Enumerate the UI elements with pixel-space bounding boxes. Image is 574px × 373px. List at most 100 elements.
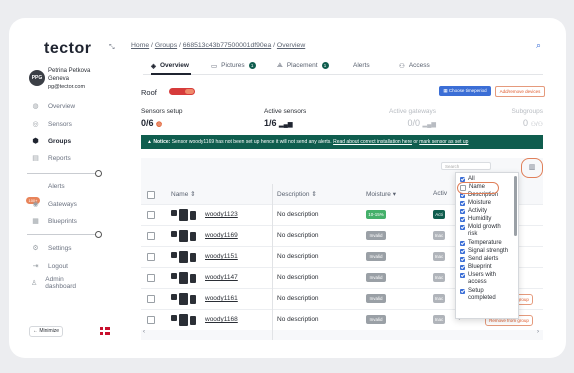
signal-icon: ▂▄▆ [279,122,293,128]
sidebar-item-admin-dashboard[interactable]: ♙ Admin dashboard [31,276,79,290]
search-icon[interactable]: ⌕ [536,40,541,51]
column-menu-scrollbar[interactable] [514,176,517,236]
danish-flag-icon[interactable] [100,327,110,335]
sidebar-item-settings[interactable]: ⚙ Settings [31,243,72,253]
sidebar-item-label: Sensors [48,120,72,128]
moisture-badge: Invalid [366,315,386,324]
stat-label: Subgroups [511,108,543,115]
collapse-sidebar-icon[interactable]: ⤡ [109,44,115,52]
sidebar-item-gateways[interactable]: ◉ Gateways [31,199,76,209]
tector-logo[interactable]: tector [44,40,91,58]
sidebar-divider [27,234,97,235]
tab-access[interactable]: ⚇ Access [399,58,430,73]
breadcrumb: Home / Groups / 668513c43b77500001df90ea… [131,42,306,49]
sensor-name-link[interactable]: woody1123 [205,211,238,218]
stat-value: 1/6 ▂▄▆ [264,118,306,128]
checkbox-checked[interactable] [460,209,465,214]
sensor-name-link[interactable]: woody1169 [205,232,238,239]
admin-icon: ♙ [31,280,38,287]
sidebar-divider-handle[interactable] [95,231,102,238]
sidebar-item-logout[interactable]: ⇥ Logout [31,261,68,271]
activity-badge: Inac [433,252,445,261]
header-activity[interactable]: Activ [433,190,447,197]
breadcrumb-group-id[interactable]: 668513c43b77500001df90ea [183,42,271,49]
breadcrumb-groups[interactable]: Groups [155,42,177,49]
column-option-setup-completed[interactable]: Setup completed [460,288,510,302]
logo-text: tector [44,40,92,57]
row-checkbox[interactable] [147,316,155,324]
stat-sensors-setup: Sensors setup 0/6 ◍ [141,108,183,128]
sidebar-item-alerts[interactable]: Alerts [31,181,65,191]
scroll-left-icon[interactable]: ‹ [143,329,145,335]
column-option-signal-strength[interactable]: Signal strength [460,248,508,255]
column-option-users-with-access[interactable]: Users with access [460,272,510,286]
sensor-device-icon [171,209,197,221]
header-name[interactable]: Name ⇕ [171,190,196,198]
row-checkbox[interactable] [147,232,155,240]
sidebar-item-overview[interactable]: ◍ Overview [31,101,75,111]
minimize-button[interactable]: ← Minimize [29,326,63,337]
user-email: pg@tector.com [48,84,86,90]
tab-alerts[interactable]: Alerts [349,58,370,73]
checkbox-checked[interactable] [460,217,465,222]
tab-overview[interactable]: ◈ Overview [151,58,191,75]
column-option-blueprint[interactable]: Blueprint [460,264,492,271]
breadcrumb-current[interactable]: Overview [277,42,305,49]
tab-label: Overview [160,62,189,69]
stat-subgroups: Subgroups 0 ⚇/⚇ [501,108,543,128]
columns-toggle-button[interactable]: ▥ [521,158,543,178]
notice-text: Sensor woody1169 has not been set up hen… [171,139,332,145]
scroll-right-icon[interactable]: › [537,329,539,335]
sidebar-item-blueprints[interactable]: ▦ Blueprints [31,216,77,226]
row-checkbox[interactable] [147,274,155,282]
stat-active-sensors: Active sensors 1/6 ▂▄▆ [264,108,306,128]
checkbox-checked[interactable] [460,289,465,294]
checkbox-checked[interactable] [460,225,465,230]
choose-timeperiod-button[interactable]: ▦ Choose timeperiod [439,86,491,96]
moisture-badge: Invalid [366,252,386,261]
sensor-name-link[interactable]: woody1147 [205,274,238,281]
checkbox-checked[interactable] [460,249,465,254]
checkbox-checked[interactable] [460,201,465,206]
column-option-moisture[interactable]: Moisture [460,200,491,207]
row-checkbox[interactable] [147,253,155,261]
header-moisture[interactable]: Moisture ▾ [366,190,396,198]
row-checkbox[interactable] [147,295,155,303]
table-search-input[interactable]: Search [441,162,491,170]
stat-value: 0 ⚇/⚇ [501,118,543,128]
subgroups-value: 0 [523,118,529,128]
logout-icon: ⇥ [32,263,39,270]
sidebar-item-sensors[interactable]: ◎ Sensors [31,119,72,129]
column-option-temperature[interactable]: Temperature [460,240,502,247]
sensor-name-link[interactable]: woody1168 [205,316,238,323]
installation-link[interactable]: Read about correct installation here [333,139,412,145]
checkbox-checked[interactable] [460,241,465,246]
row-checkbox[interactable] [147,211,155,219]
tab-placement[interactable]: ⟁ Placement 1 [277,58,329,73]
tab-pictures[interactable]: ▭ Pictures 1 [211,58,256,73]
column-option-mold-growth-risk[interactable]: Mold growth risk [460,224,510,238]
sensor-name-link[interactable]: woody1161 [205,295,238,302]
sidebar-item-label: Admin dashboard [45,276,77,290]
sensor-name-link[interactable]: woody1151 [205,253,238,260]
sidebar-item-label: Settings [48,244,72,252]
header-description[interactable]: Description ⇕ [277,190,317,198]
select-all-checkbox[interactable] [147,191,155,199]
sidebar-item-groups[interactable]: ⬢ Groups [31,136,71,146]
tab-count-badge: 1 [321,62,329,69]
checkbox-checked[interactable] [460,273,465,278]
gear-icon: ⚙ [32,245,39,252]
groups-icon: ⬢ [32,138,39,145]
breadcrumb-home[interactable]: Home [131,42,149,49]
column-option-send-alerts[interactable]: Send alerts [460,256,498,263]
mark-setup-link[interactable]: mark sensor as set up [419,139,468,145]
checkbox-checked[interactable] [460,265,465,270]
column-option-humidity[interactable]: Humidity [460,216,491,223]
sidebar-divider [27,173,97,174]
sidebar-item-reports[interactable]: ▤ Reports [31,153,71,163]
activity-badge: Inac [433,231,445,240]
checkbox-checked[interactable] [460,257,465,262]
column-option-activity[interactable]: Activity [460,208,487,215]
sidebar-divider-handle[interactable] [95,170,102,177]
add-remove-devices-button[interactable]: Add/remove devices [495,86,545,97]
